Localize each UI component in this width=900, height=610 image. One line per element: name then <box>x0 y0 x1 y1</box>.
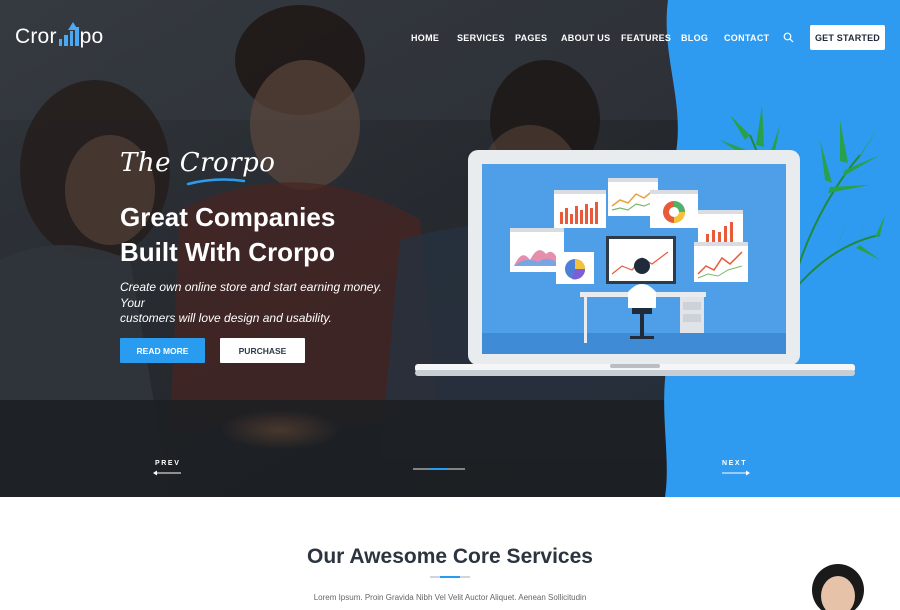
laptop-illustration <box>415 150 855 376</box>
nav-features[interactable]: FEATURES <box>621 33 671 43</box>
hero-script-title: The Crorpo <box>120 148 276 178</box>
hero-subtitle: Create own online store and start earnin… <box>120 280 390 327</box>
services-title: Our Awesome Core Services <box>307 545 593 568</box>
read-more-button[interactable]: READ MORE <box>120 338 205 363</box>
prev-slide-button[interactable]: PREV <box>155 460 180 467</box>
person-photo <box>812 564 864 610</box>
main-nav: HOME SERVICES PAGES ABOUT US FEATURES BL… <box>0 33 900 45</box>
script-underline <box>186 178 246 186</box>
nav-services[interactable]: SERVICES <box>457 33 505 43</box>
search-icon[interactable] <box>783 32 794 43</box>
nav-blog[interactable]: BLOG <box>681 33 708 43</box>
purchase-button[interactable]: PURCHASE <box>220 338 305 363</box>
nav-about-us[interactable]: ABOUT US <box>561 33 610 43</box>
hero-headline-line1: Great Companies <box>120 202 336 232</box>
hero-headline-line2: Built With Crorpo <box>120 237 335 267</box>
arrow-right-icon[interactable] <box>722 470 750 476</box>
hero-section: Cror po HOME SERVICES PAGES ABOUT US FEA… <box>0 0 900 497</box>
slider-indicator[interactable] <box>413 468 465 470</box>
get-started-button[interactable]: GET STARTED <box>810 25 885 50</box>
site-header: Cror po HOME SERVICES PAGES ABOUT US FEA… <box>0 0 900 76</box>
next-slide-button[interactable]: NEXT <box>722 460 747 467</box>
hero-subtitle-line2: customers will love design and usability… <box>120 311 332 325</box>
nav-contact[interactable]: CONTACT <box>724 33 769 43</box>
hero-subtitle-line1: Create own online store and start earnin… <box>120 280 382 310</box>
arrow-left-icon[interactable] <box>153 470 181 476</box>
nav-home[interactable]: HOME <box>411 33 439 43</box>
hero-headline: Great Companies Built With Crorpo <box>120 200 440 270</box>
title-underline <box>430 576 470 578</box>
services-description: Lorem Ipsum. Proin Gravida Nibh Vel Veli… <box>313 593 587 602</box>
nav-pages[interactable]: PAGES <box>515 33 547 43</box>
